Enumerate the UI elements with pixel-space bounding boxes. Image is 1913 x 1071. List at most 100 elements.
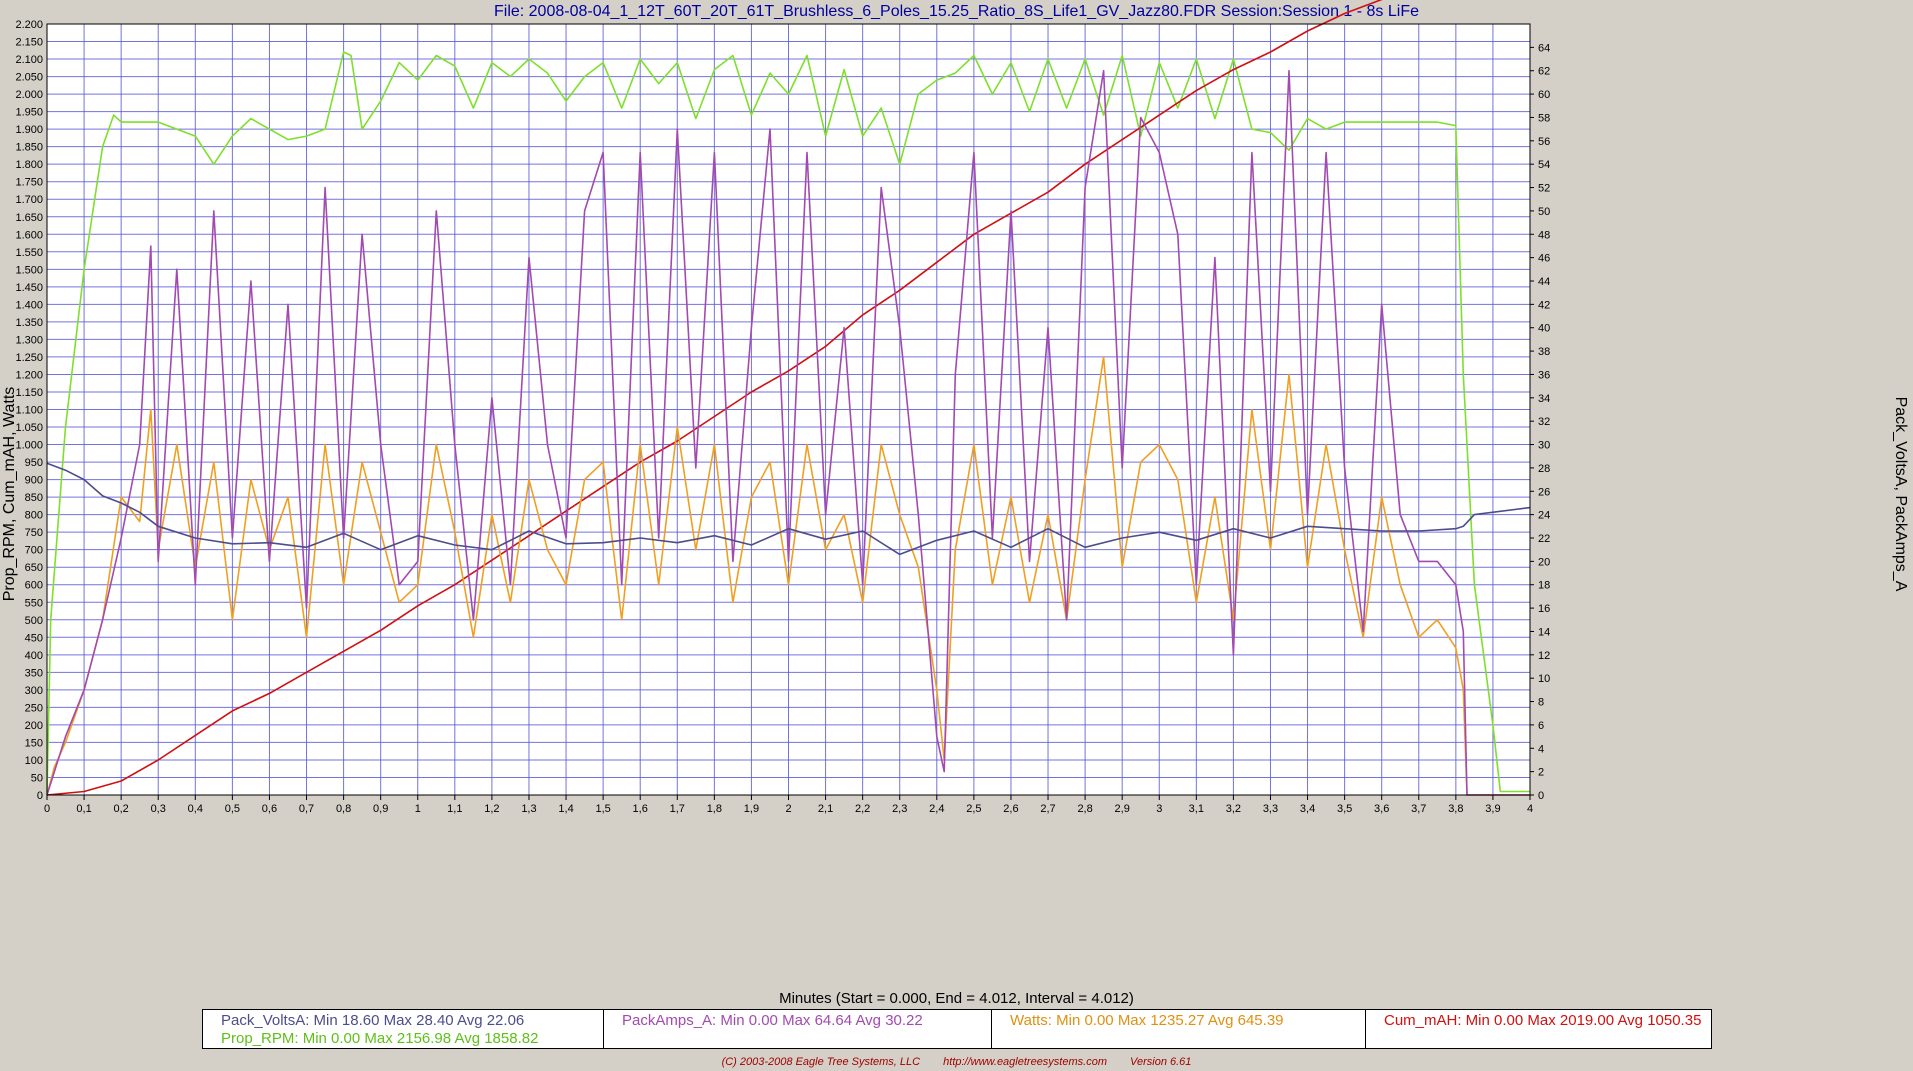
y-left-tick-label: 2.200 xyxy=(15,19,43,31)
x-tick-label: 3,3 xyxy=(1263,803,1278,815)
y-right-tick-label: 12 xyxy=(1538,650,1550,662)
footer-version: Version 6.61 xyxy=(1130,1056,1192,1068)
y-left-tick-label: 1.800 xyxy=(15,159,43,171)
y-left-tick-label: 1.550 xyxy=(15,247,43,259)
y-left-tick-label: 800 xyxy=(25,510,43,522)
y-right-tick-label: 18 xyxy=(1538,580,1550,592)
footer-url[interactable]: http://www.eagletreesystems.com xyxy=(943,1056,1107,1068)
y-right-tick-label: 44 xyxy=(1538,276,1550,288)
y-right-tick-label: 58 xyxy=(1538,112,1550,124)
footer-copyright: (C) 2003-2008 Eagle Tree Systems, LLC xyxy=(721,1056,921,1068)
x-tick-label: 2,4 xyxy=(929,803,944,815)
y-left-tick-label: 2.050 xyxy=(15,72,43,84)
x-tick-label: 1,7 xyxy=(670,803,685,815)
y-left-tick-label: 1.500 xyxy=(15,264,43,276)
y-left-tick-label: 1.700 xyxy=(15,194,43,206)
chart-window: File: 2008-08-04_1_12T_60T_20T_61T_Brush… xyxy=(0,0,1913,1071)
y-left-tick-label: 1.650 xyxy=(15,212,43,224)
y-left-tick-label: 1.400 xyxy=(15,299,43,311)
x-tick-label: 2 xyxy=(785,803,791,815)
y-right-tick-label: 4 xyxy=(1538,743,1544,755)
x-tick-label: 3,4 xyxy=(1300,803,1315,815)
x-tick-label: 3,9 xyxy=(1485,803,1500,815)
y-left-tick-label: 50 xyxy=(31,772,43,784)
x-tick-label: 1,5 xyxy=(595,803,610,815)
y-left-tick-label: 1.150 xyxy=(15,387,43,399)
y-left-tick-label: 2.150 xyxy=(15,37,43,49)
y-right-tick-label: 28 xyxy=(1538,463,1550,475)
legend-cell-mah: Cum_mAH: Min 0.00 Max 2019.00 Avg 1050.3… xyxy=(1366,1010,1711,1048)
x-tick-label: 1,6 xyxy=(633,803,648,815)
y-left-tick-label: 2.000 xyxy=(15,89,43,101)
y-right-tick-label: 30 xyxy=(1538,440,1550,452)
x-tick-label: 2,5 xyxy=(966,803,981,815)
y-left-tick-label: 1.200 xyxy=(15,369,43,381)
x-tick-label: 2,9 xyxy=(1115,803,1130,815)
x-tick-label: 2,7 xyxy=(1040,803,1055,815)
y-left-tick-label: 1.900 xyxy=(15,124,43,136)
y-right-tick-label: 8 xyxy=(1538,697,1544,709)
y-right-tick-label: 38 xyxy=(1538,346,1550,358)
y-left-tick-label: 850 xyxy=(25,492,43,504)
y-right-tick-label: 20 xyxy=(1538,556,1550,568)
y-left-tick-label: 1.250 xyxy=(15,352,43,364)
y-left-tick-label: 1.100 xyxy=(15,405,43,417)
legend-cell-volts-rpm: Pack_VoltsA: Min 18.60 Max 28.40 Avg 22.… xyxy=(203,1010,604,1048)
y-right-tick-label: 24 xyxy=(1538,510,1550,522)
y-left-tick-label: 0 xyxy=(37,790,43,802)
x-tick-label: 0,8 xyxy=(336,803,351,815)
x-tick-label: 1,2 xyxy=(484,803,499,815)
x-tick-label: 2,6 xyxy=(1003,803,1018,815)
x-tick-label: 0,2 xyxy=(114,803,129,815)
y-right-tick-label: 60 xyxy=(1538,89,1550,101)
footer: (C) 2003-2008 Eagle Tree Systems, LLC ht… xyxy=(0,1056,1913,1068)
x-tick-label: 1 xyxy=(415,803,421,815)
legend-prop-rpm: Prop_RPM: Min 0.00 Max 2156.98 Avg 1858.… xyxy=(221,1030,539,1047)
y-axis-left-title: Prop_RPM, Cum_mAH, Watts xyxy=(1,386,18,602)
y-right-tick-label: 42 xyxy=(1538,299,1550,311)
x-tick-label: 1,3 xyxy=(521,803,536,815)
y-left-tick-label: 450 xyxy=(25,632,43,644)
y-left-tick-label: 350 xyxy=(25,667,43,679)
x-tick-label: 2,8 xyxy=(1077,803,1092,815)
x-tick-label: 3,1 xyxy=(1189,803,1204,815)
y-right-tick-label: 26 xyxy=(1538,486,1550,498)
y-right-tick-label: 62 xyxy=(1538,66,1550,78)
y-left-tick-label: 300 xyxy=(25,685,43,697)
y-right-tick-label: 6 xyxy=(1538,720,1544,732)
y-left-tick-label: 950 xyxy=(25,457,43,469)
y-right-tick-label: 0 xyxy=(1538,790,1544,802)
y-right-tick-label: 32 xyxy=(1538,416,1550,428)
y-left-tick-label: 700 xyxy=(25,545,43,557)
y-right-tick-label: 54 xyxy=(1538,159,1550,171)
y-left-tick-label: 400 xyxy=(25,650,43,662)
y-right-tick-label: 2 xyxy=(1538,767,1544,779)
y-right-tick-label: 48 xyxy=(1538,229,1550,241)
y-left-tick-label: 1.850 xyxy=(15,142,43,154)
y-left-tick-label: 150 xyxy=(25,737,43,749)
y-axis-right-title: Pack_VoltsA, PackAmps_A xyxy=(1892,396,1909,592)
y-left-tick-label: 1.950 xyxy=(15,107,43,119)
legend-pack-volts: Pack_VoltsA: Min 18.60 Max 28.40 Avg 22.… xyxy=(221,1012,525,1029)
y-left-tick-label: 250 xyxy=(25,702,43,714)
y-right-tick-label: 56 xyxy=(1538,136,1550,148)
y-right-tick-label: 22 xyxy=(1538,533,1550,545)
x-tick-label: 1,8 xyxy=(707,803,722,815)
y-right-tick-label: 10 xyxy=(1538,673,1550,685)
y-right-tick-label: 14 xyxy=(1538,626,1550,638)
y-right-tick-label: 46 xyxy=(1538,253,1550,265)
y-left-tick-label: 500 xyxy=(25,615,43,627)
y-right-tick-label: 64 xyxy=(1538,42,1550,54)
legend-box: Pack_VoltsA: Min 18.60 Max 28.40 Avg 22.… xyxy=(202,1009,1712,1049)
y-left-tick-label: 1.450 xyxy=(15,282,43,294)
legend-cell-amps: PackAmps_A: Min 0.00 Max 64.64 Avg 30.22 xyxy=(604,1010,992,1048)
x-tick-label: 3 xyxy=(1156,803,1162,815)
x-axis-title: Minutes (Start = 0.000, End = 4.012, Int… xyxy=(779,990,1134,1007)
y-left-tick-label: 200 xyxy=(25,720,43,732)
y-left-tick-label: 550 xyxy=(25,597,43,609)
legend-watts: Watts: Min 0.00 Max 1235.27 Avg 645.39 xyxy=(1010,1012,1284,1029)
x-tick-label: 3,8 xyxy=(1448,803,1463,815)
y-left-tick-label: 750 xyxy=(25,527,43,539)
x-tick-label: 3,7 xyxy=(1411,803,1426,815)
legend-cell-watts: Watts: Min 0.00 Max 1235.27 Avg 645.39 xyxy=(992,1010,1366,1048)
